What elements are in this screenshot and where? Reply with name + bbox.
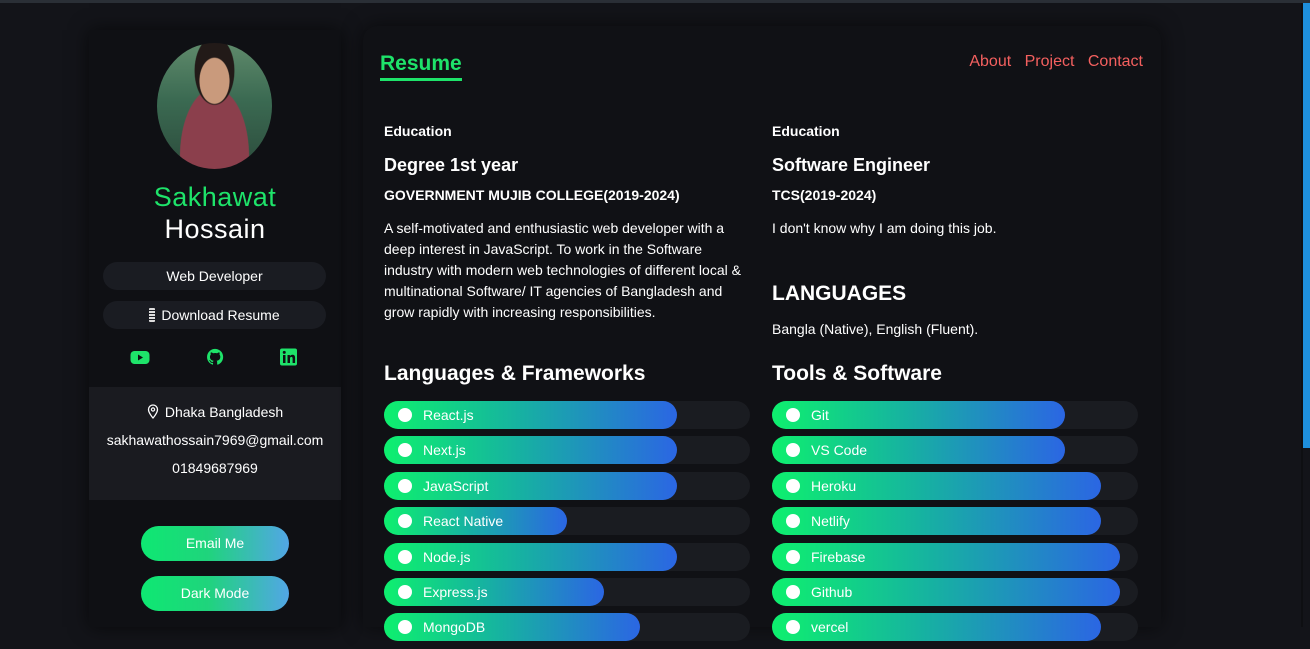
tools-heading: Tools & Software	[772, 362, 942, 385]
skill-bar: Next.js	[384, 436, 750, 465]
skill-label: Git	[811, 407, 829, 423]
skill-label: React Native	[423, 513, 504, 530]
education-label: Education	[772, 123, 840, 139]
skill-label: Node.js	[423, 548, 471, 565]
education-label: Education	[384, 123, 452, 139]
youtube-icon[interactable]	[130, 348, 150, 366]
nav-about[interactable]: About	[969, 53, 1011, 70]
job-title: Software Engineer	[772, 155, 931, 175]
job-description: I don't know why I am doing this job.	[772, 220, 997, 236]
skill-label: Netlify	[811, 513, 850, 530]
skill-bar: Firebase	[772, 542, 1138, 571]
institution: GOVERNMENT MUJIB COLLEGE(2019-2024)	[384, 187, 680, 203]
window-top-border	[0, 0, 1310, 3]
skill-label: MongoDB	[423, 619, 486, 636]
nav-contact[interactable]: Contact	[1088, 53, 1143, 70]
tools-skill-list: Git VS Code Heroku Netlify Firebase Github ver…	[772, 401, 1138, 649]
skill-bar: VS Code	[772, 436, 1138, 465]
bullet-dot-icon	[398, 478, 412, 493]
skill-label: JavaScript	[423, 477, 489, 494]
zipper-icon	[149, 308, 156, 322]
resume-panel: Resume About Project Contact Education D…	[363, 26, 1161, 642]
download-resume-button[interactable]: Download Resume	[103, 301, 326, 329]
bullet-dot-icon	[786, 549, 800, 564]
page-title: Resume	[380, 52, 462, 81]
dark-mode-button[interactable]: Dark Mode	[141, 576, 289, 611]
bullet-dot-icon	[786, 584, 800, 599]
skill-bar: JavaScript	[384, 471, 750, 500]
email-address[interactable]: sakhawathossain7969@gmail.com	[89, 432, 341, 448]
skill-bar: Github	[772, 577, 1138, 606]
phone-number[interactable]: 01849687969	[89, 460, 341, 476]
bullet-dot-icon	[398, 549, 412, 564]
location-pin-icon	[147, 404, 158, 419]
contact-info: Dhaka Bangladesh sakhawathossain7969@gma…	[89, 387, 341, 500]
first-name: Sakhawat	[153, 182, 277, 212]
bullet-dot-icon	[398, 408, 412, 422]
role-badge: Web Developer	[103, 262, 326, 290]
location-text: Dhaka Bangladesh	[164, 404, 284, 420]
degree-title: Degree 1st year	[384, 155, 519, 175]
skill-bar: Git	[772, 401, 1138, 429]
scrollbar-thumb[interactable]	[1303, 3, 1310, 448]
education-description: A self-motivated and enthusiastic web de…	[384, 220, 741, 320]
skill-bar: Express.js	[384, 577, 750, 606]
last-name: Hossain	[164, 214, 266, 244]
skill-bar: vercel	[772, 613, 1138, 642]
social-links	[89, 348, 341, 370]
bullet-dot-icon	[398, 584, 412, 599]
skill-bar: MongoDB	[384, 613, 750, 642]
linkedin-icon[interactable]	[279, 348, 299, 366]
email-me-button[interactable]: Email Me	[141, 526, 289, 561]
languages-text: Bangla (Native), English (Fluent).	[772, 321, 979, 337]
download-resume-label: Download Resume	[161, 307, 280, 323]
skill-label: Express.js	[423, 583, 488, 600]
skill-bar-fill	[384, 577, 604, 606]
skill-bar: Netlify	[772, 507, 1138, 536]
skill-bar: React Native	[384, 507, 750, 536]
top-nav: About Project Contact	[960, 53, 1143, 71]
skill-bar: Node.js	[384, 542, 750, 571]
frameworks-heading: Languages & Frameworks	[384, 362, 646, 385]
languages-heading: LANGUAGES	[772, 282, 907, 305]
bullet-dot-icon	[786, 408, 800, 422]
profile-sidebar: Sakhawat Hossain Web Developer Download …	[89, 30, 341, 627]
company: TCS(2019-2024)	[772, 187, 877, 203]
skill-label: Next.js	[423, 442, 466, 459]
github-icon[interactable]	[205, 348, 225, 366]
skill-label: Firebase	[811, 548, 866, 565]
skill-label: vercel	[811, 619, 849, 636]
role-label: Web Developer	[166, 268, 263, 284]
location: Dhaka Bangladesh	[89, 404, 341, 420]
skill-label: Heroku	[811, 477, 857, 494]
skill-label: Github	[811, 583, 853, 600]
skill-label: VS Code	[811, 442, 868, 459]
skill-bar: Heroku	[772, 471, 1138, 500]
frameworks-skill-list: React.js Next.js JavaScript React Native Nod…	[384, 401, 750, 649]
skill-label: React.js	[423, 407, 474, 423]
bullet-dot-icon	[786, 478, 800, 493]
nav-project[interactable]: Project	[1025, 53, 1075, 70]
avatar	[157, 43, 272, 169]
skill-bar: React.js	[384, 401, 750, 429]
